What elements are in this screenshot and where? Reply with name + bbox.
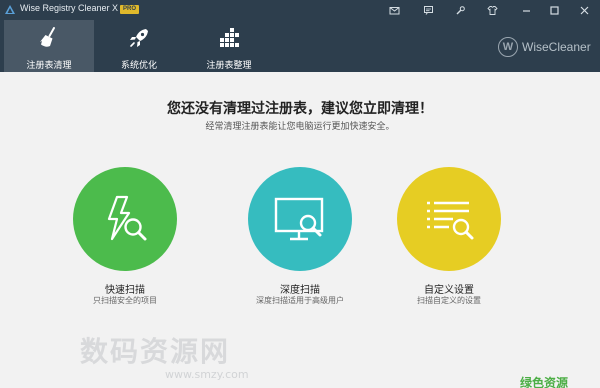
tab-registry-clean[interactable]: 注册表清理: [4, 20, 94, 72]
deep-scan-title: 深度扫描: [280, 285, 320, 296]
app-logo-icon: [5, 5, 15, 14]
feedback-button[interactable]: [418, 1, 438, 19]
deep-scan-desc: 深度扫描适用于高级用户: [256, 296, 344, 305]
brand-text: WiseCleaner: [522, 40, 591, 54]
custom-scan-button[interactable]: [397, 167, 501, 271]
corner-watermark-logo: 绿色资源: [520, 376, 569, 388]
main-panel: 您还没有清理过注册表，建议您立即清理！ 经常清理注册表能让您电脑运行更加快速安全…: [0, 72, 600, 388]
app-title: Wise Registry Cleaner X: [20, 3, 119, 13]
deep-scan-button[interactable]: [248, 167, 352, 271]
skin-icon: [486, 5, 498, 15]
title-bar: Wise Registry Cleaner X PRO: [0, 0, 600, 20]
quick-scan-icon: [107, 195, 147, 241]
settings-icon: [456, 5, 465, 14]
page-subline: 经常清理注册表能让您电脑运行更加快速安全。: [205, 122, 395, 132]
brand-logo: W: [498, 37, 518, 57]
close-button[interactable]: [574, 1, 594, 19]
watermark-text: 数码资源网: [80, 335, 231, 368]
skin-button[interactable]: [482, 1, 502, 19]
pro-badge: PRO: [120, 5, 140, 14]
watermark-url: www.smzy.com: [165, 368, 249, 381]
tab-registry-defrag[interactable]: 注册表整理: [184, 20, 274, 72]
deep-scan-icon: [274, 197, 324, 241]
quick-scan-desc: 只扫描安全的项目: [93, 296, 157, 305]
tab-label-system-optimize: 系统优化: [120, 61, 157, 71]
settings-button[interactable]: [450, 1, 470, 19]
minimize-button[interactable]: [516, 1, 536, 19]
maximize-icon: [549, 5, 559, 15]
defrag-blocks-icon: [220, 28, 239, 47]
tab-label-registry-defrag: 注册表整理: [206, 61, 252, 71]
feedback-icon: [423, 5, 433, 15]
custom-scan-icon: [427, 201, 474, 240]
custom-scan-desc: 扫描自定义的设置: [417, 296, 481, 305]
page-headline: 您还没有清理过注册表，建议您立即清理！: [167, 101, 433, 117]
quick-scan-title: 快速扫描: [105, 285, 145, 296]
mail-button[interactable]: [384, 1, 404, 19]
maximize-button[interactable]: [544, 1, 564, 19]
top-bar: Wise Registry Cleaner X PRO 注册表清理 系统优化 注…: [0, 0, 600, 72]
minimize-icon: [522, 9, 530, 12]
close-icon: [580, 6, 588, 14]
wisecleaner-brand: W WiseCleaner: [498, 36, 591, 58]
rocket-icon: [130, 29, 148, 47]
custom-scan-title: 自定义设置: [424, 285, 474, 296]
tab-system-optimize[interactable]: 系统优化: [94, 20, 184, 72]
broom-icon: [40, 27, 55, 47]
quick-scan-button[interactable]: [73, 167, 177, 271]
mail-icon: [389, 6, 399, 14]
tab-label-registry-clean: 注册表清理: [26, 61, 72, 71]
